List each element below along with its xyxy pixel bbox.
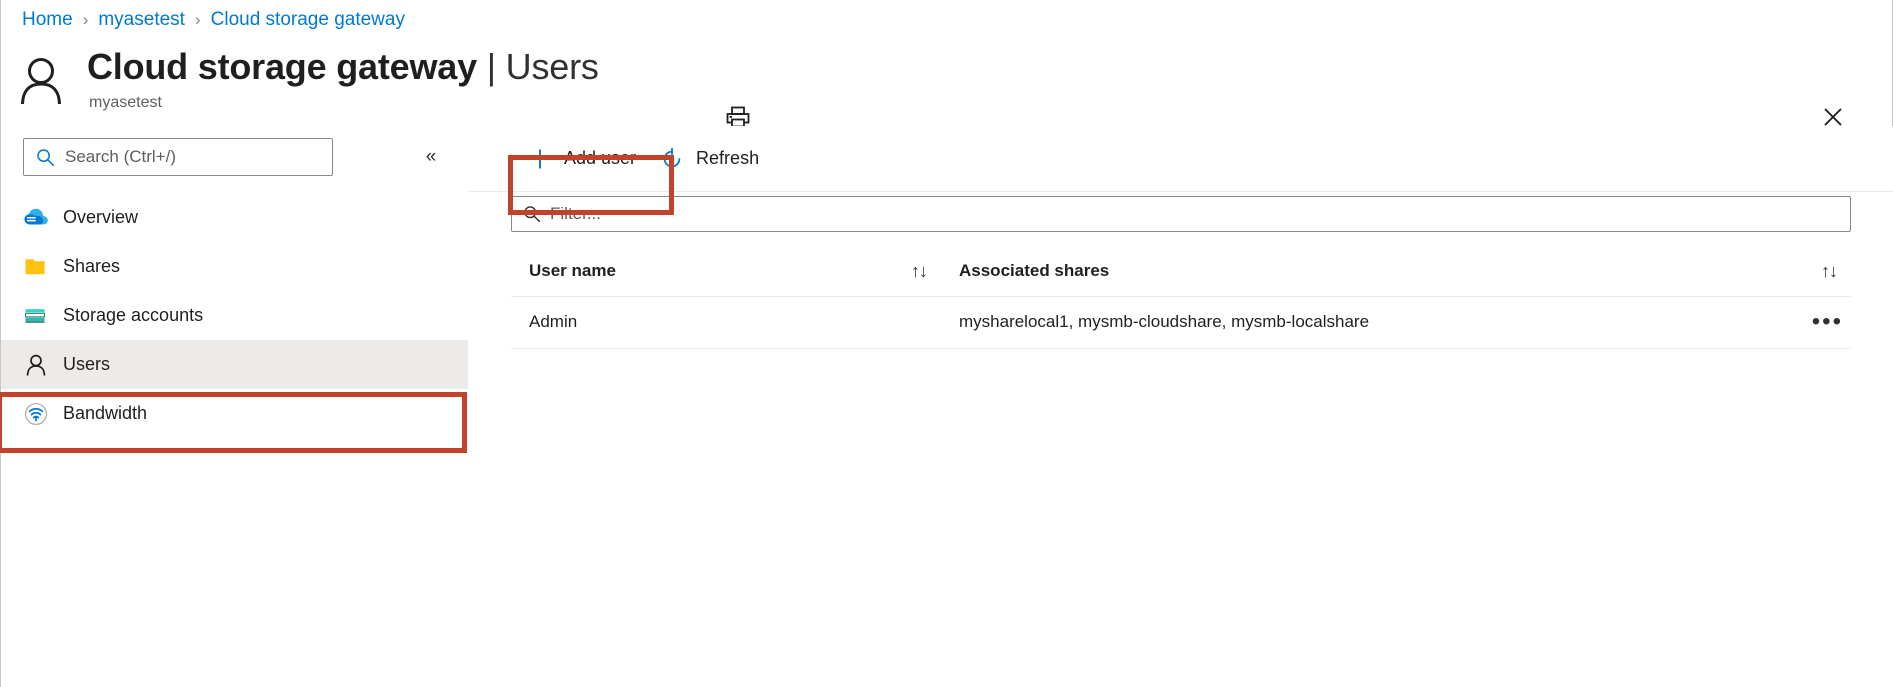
cell-associated-shares-value: mysharelocal1, mysmb-cloudshare, mysmb-l… bbox=[959, 312, 1370, 331]
storage-account-icon bbox=[23, 303, 49, 329]
add-user-button[interactable]: Add user bbox=[516, 139, 648, 179]
column-header-label: Associated shares bbox=[959, 260, 1110, 280]
cell-user-name: Admin bbox=[511, 296, 941, 349]
plus-icon bbox=[528, 147, 552, 171]
page-subtitle: myasetest bbox=[89, 94, 162, 111]
filter-input-placeholder: Filter... bbox=[550, 204, 602, 223]
breadcrumb: Home › myasetest › Cloud storage gateway bbox=[22, 5, 405, 35]
refresh-icon bbox=[660, 147, 684, 171]
table-header-row: User name ↑↓ Associated shares ↑↓ bbox=[511, 246, 1851, 297]
cell-associated-shares: mysharelocal1, mysmb-cloudshare, mysmb-l… bbox=[941, 296, 1851, 349]
folder-icon bbox=[23, 254, 49, 280]
sidebar-item-label: Overview bbox=[63, 207, 139, 227]
page-title-resource: Cloud storage gateway bbox=[87, 46, 477, 87]
search-icon bbox=[523, 205, 541, 223]
sidebar-item-shares[interactable]: Shares bbox=[1, 242, 468, 291]
column-header-user-name[interactable]: User name ↑↓ bbox=[511, 246, 941, 297]
search-icon bbox=[36, 148, 55, 167]
search-input[interactable]: Search (Ctrl+/) bbox=[23, 138, 333, 176]
column-header-label: User name bbox=[529, 260, 616, 280]
page-title-section: Users bbox=[505, 46, 599, 87]
person-icon bbox=[23, 352, 49, 378]
sidebar-item-users[interactable]: Users bbox=[1, 340, 468, 389]
sidebar-item-label: Storage accounts bbox=[63, 305, 204, 325]
refresh-label: Refresh bbox=[696, 148, 760, 168]
bandwidth-icon bbox=[23, 401, 49, 427]
sidebar-item-storage-accounts[interactable]: Storage accounts bbox=[1, 291, 468, 340]
breadcrumb-item-home[interactable]: Home bbox=[22, 9, 73, 31]
blade-sidebar: Search (Ctrl+/) « Overview Shares Storag… bbox=[1, 126, 468, 687]
sort-icon[interactable]: ↑↓ bbox=[1821, 262, 1838, 280]
sort-icon[interactable]: ↑↓ bbox=[911, 262, 928, 280]
blade-header: Cloud storage gateway | Users myasetest bbox=[1, 42, 1893, 127]
breadcrumb-separator-icon: › bbox=[82, 10, 89, 29]
sidebar-nav: Overview Shares Storage accounts Users B… bbox=[1, 193, 468, 438]
collapse-sidebar-button[interactable]: « bbox=[416, 142, 446, 172]
refresh-button[interactable]: Refresh bbox=[648, 139, 771, 179]
cloud-icon bbox=[23, 205, 49, 231]
row-context-menu-button[interactable]: ••• bbox=[1812, 310, 1843, 334]
sidebar-item-label: Users bbox=[63, 354, 111, 374]
breadcrumb-item-myasetest[interactable]: myasetest bbox=[98, 9, 185, 31]
page-title: Cloud storage gateway | Users bbox=[87, 46, 599, 88]
filter-input[interactable]: Filter... bbox=[511, 196, 1851, 232]
sidebar-item-overview[interactable]: Overview bbox=[1, 193, 468, 242]
search-input-placeholder: Search (Ctrl+/) bbox=[65, 147, 176, 166]
sidebar-item-bandwidth[interactable]: Bandwidth bbox=[1, 389, 468, 438]
breadcrumb-item-cloud-storage-gateway[interactable]: Cloud storage gateway bbox=[211, 9, 405, 31]
person-icon bbox=[19, 56, 63, 106]
sidebar-item-label: Shares bbox=[63, 256, 121, 276]
chevron-double-left-icon: « bbox=[425, 146, 437, 167]
users-table: User name ↑↓ Associated shares ↑↓ Admin … bbox=[511, 246, 1851, 349]
table-row[interactable]: Admin mysharelocal1, mysmb-cloudshare, m… bbox=[511, 296, 1851, 349]
page-title-divider: | bbox=[486, 46, 496, 87]
column-header-associated-shares[interactable]: Associated shares ↑↓ bbox=[941, 246, 1851, 297]
azure-portal-blade: Home › myasetest › Cloud storage gateway… bbox=[0, 0, 1893, 687]
command-bar: Add user Refresh bbox=[468, 126, 1893, 192]
users-pane: Add user Refresh Filter... User name ↑↓ … bbox=[468, 126, 1893, 687]
add-user-label: Add user bbox=[564, 148, 637, 168]
sidebar-item-label: Bandwidth bbox=[63, 403, 148, 423]
breadcrumb-separator-icon: › bbox=[194, 10, 201, 29]
